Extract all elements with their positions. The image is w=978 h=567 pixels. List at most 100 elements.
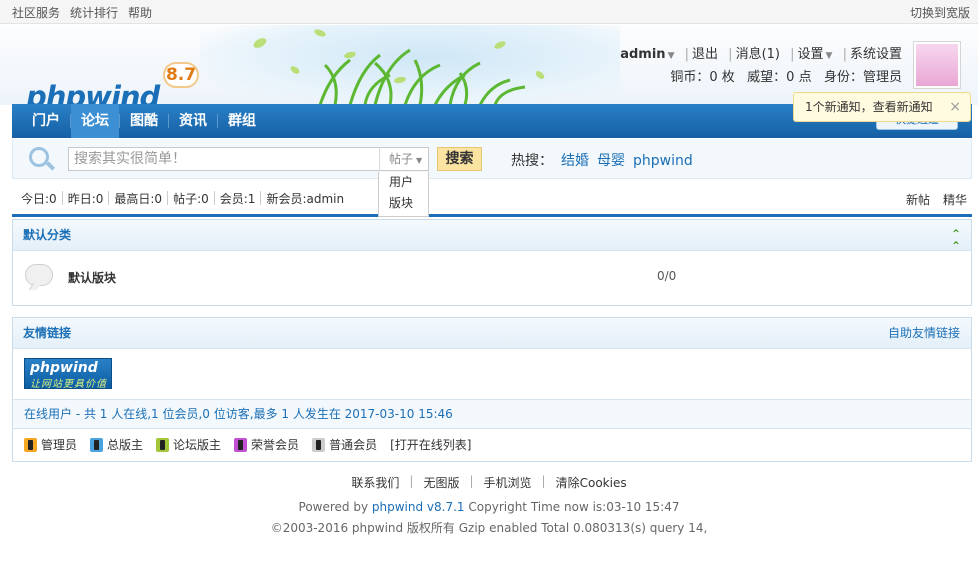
settings-menu[interactable]: 设置 [798,47,824,62]
blue-divider [12,214,972,217]
divider: | [469,474,474,488]
search-type-value: 帖子 [389,152,414,166]
divider: | [684,47,690,62]
legend-honor-member: 荣誉会员 [234,436,299,453]
notification-text: 1个新通知， [805,100,873,114]
phpwind-logo[interactable]: phpwind [26,80,160,105]
stat-members: 会员:1 [219,191,256,206]
divider: | [842,47,847,62]
category-box: 默认分类 ⌃ ⌃ 默认版块 0/0 [12,219,972,306]
forum-count: 0/0 [657,269,677,283]
legend-admin: 管理员 [24,436,77,453]
link-logo-subtext: 让网站更具价值 [30,379,107,390]
chevron-down-icon: ▼ [416,156,423,165]
stat-yesterday: 昨日:0 [67,191,104,206]
contact-us-link[interactable]: 联系我们 [351,474,399,491]
category-title: 默认分类 [23,228,72,242]
nav-groups[interactable]: 群组 [218,104,266,138]
regular-member-icon [312,437,326,452]
online-users-summary: 在线用户 - 共 1 人在线,1 位会员,0 位访客,最多 1 人发生在 201… [13,399,971,428]
avatar[interactable] [913,41,961,89]
stat-new-member: 新会员:admin [266,191,345,206]
legend-super-moderator: 总版主 [90,436,143,453]
system-settings-link[interactable]: 系统设置 [850,47,902,62]
avatar-image [916,44,958,86]
stats-right-links: 新帖 精华 [906,191,967,208]
view-notifications-link[interactable]: 查看新通知 [873,100,933,114]
search-type-select[interactable]: 帖子 ▼ [379,147,429,171]
search-input[interactable]: 搜索其实很简单！ [68,147,380,171]
stat-posts: 帖子:0 [173,191,209,206]
logout-link[interactable]: 退出 [692,47,718,62]
nav-forum[interactable]: 论坛 [71,104,119,138]
text-version-link[interactable]: 无图版 [423,474,459,491]
friend-links-body: phpwind 让网站更具价值 [13,349,971,399]
stat-max-day: 最高日:0 [114,191,163,206]
link-logo-text: phpwind [30,360,98,376]
powered-prefix: Powered by [298,500,372,514]
nav-portal[interactable]: 门户 [22,104,70,138]
nav-news[interactable]: 资讯 [169,104,217,138]
search-bar: 搜索其实很简单！ 帖子 ▼ 搜索 热搜： 结婚 母婴 phpwind [12,139,972,179]
top-utility-bar: 社区服务 统计排行 帮助 切换到宽版 [0,0,978,24]
community-service-link[interactable]: 社区服务 [12,4,60,21]
admin-user-icon [24,437,37,452]
identity: 身份：管理员 [823,70,902,85]
help-link[interactable]: 帮助 [128,4,152,21]
super-moderator-icon [90,437,104,452]
nav-gallery[interactable]: 图酷 [120,104,168,138]
divider: | [409,474,414,488]
divider: | [728,47,733,62]
open-online-list-link[interactable]: [打开在线列表] [390,436,471,453]
collapse-icon[interactable]: ⌃ ⌃ [949,228,963,252]
search-type-dropdown: 用户 版块 [378,172,429,217]
divider: | [541,474,546,488]
copper-coins: 铜币：0 枚 [670,70,735,85]
friend-links-box: 友情链接 自助友情链接 phpwind 让网站更具价值 在线用户 - 共 1 人… [12,317,972,462]
friend-links-header: 友情链接 自助友情链接 [13,318,971,349]
stats-ranking-link[interactable]: 统计排行 [70,4,118,21]
legend-label: 普通会员 [329,438,378,452]
grass-and-leaves-illustration [253,29,545,105]
prestige: 威望：0 点 [747,70,812,85]
category-header: 默认分类 ⌃ ⌃ [13,220,971,252]
featured-link[interactable]: 精华 [943,191,967,208]
search-option-forum[interactable]: 版块 [389,193,428,214]
close-icon[interactable]: × [949,93,961,121]
clear-cookies-link[interactable]: 清除Cookies [556,474,627,491]
footer-links: 联系我们 | 无图版 | 手机浏览 | 清除Cookies [0,474,978,491]
phpwind-version-link[interactable]: phpwind v8.7.1 [372,500,465,514]
copyright: ©2003-2016 phpwind 版权所有 Gzip enabled Tot… [270,521,708,535]
username-menu[interactable]: admin [620,47,665,62]
version-badge: 8.7 [163,62,199,88]
switch-wide-link[interactable]: 切换到宽版 [910,4,970,21]
notification-popup: 1个新通知，查看新通知 × [793,92,971,122]
forum-name-link[interactable]: 默认版块 [68,269,116,286]
new-posts-link[interactable]: 新帖 [906,191,930,208]
user-panel: admin ▼ | 退出 | 消息(1) | 设置 ▼ | 系统设置 铜币：0 枚 威望：0… [620,44,902,89]
banner-artwork [200,25,620,105]
messages-link[interactable]: 消息(1) [736,47,780,62]
legend-label: 荣誉会员 [251,438,300,452]
hot-searches: 热搜： 结婚 母婴 phpwind [511,150,693,170]
forum-stats-row: 今日:0 昨日:0 最高日:0 帖子:0 会员:1 新会员:admin 新帖 精… [12,183,972,213]
chevron-down-icon: ▼ [825,51,833,61]
moderator-icon [156,437,170,452]
forum-row: 默认版块 0/0 [13,251,971,305]
hot-label: 热搜： [511,153,553,169]
hot-term-link[interactable]: 母婴 [597,153,625,169]
divider: | [790,47,795,62]
user-actions: admin ▼ | 退出 | 消息(1) | 设置 ▼ | 系统设置 [620,44,902,67]
top-links: 社区服务 统计排行 帮助 [12,4,152,21]
hot-term-link[interactable]: phpwind [633,153,693,169]
stat-today: 今日:0 [21,191,57,206]
phpwind-link-logo[interactable]: phpwind 让网站更具价值 [24,358,112,390]
mobile-link[interactable]: 手机浏览 [484,474,532,491]
self-help-link[interactable]: 自助友情链接 [888,318,960,348]
hot-term-link[interactable]: 结婚 [561,153,589,169]
friend-links-title: 友情链接 [23,326,72,340]
footer: 联系我们 | 无图版 | 手机浏览 | 清除Cookies Powered by ph… [0,474,978,536]
search-button[interactable]: 搜索 [437,147,482,171]
search-option-user[interactable]: 用户 [389,172,428,193]
honor-member-icon [234,437,248,452]
